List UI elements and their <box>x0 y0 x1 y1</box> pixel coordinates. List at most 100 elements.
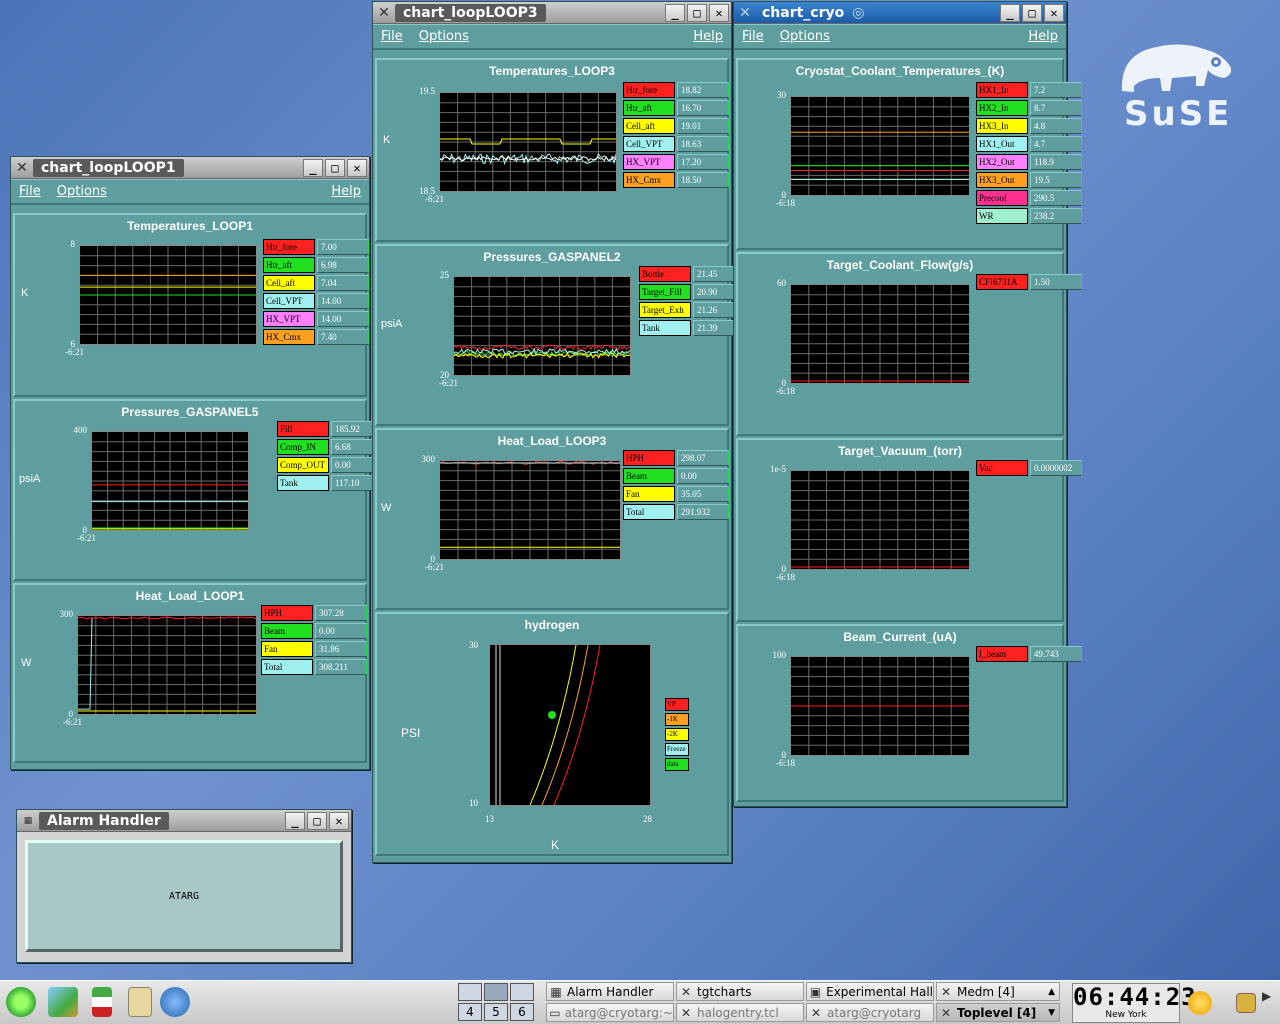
scroll-up-icon[interactable]: ▲ <box>1048 987 1055 997</box>
menu-file[interactable]: File <box>19 184 41 199</box>
task-terminal[interactable]: ▭ atarg@cryotarg:~ <box>546 1003 674 1022</box>
clock[interactable]: 06:44:23 New York <box>1072 983 1196 1023</box>
legend-name[interactable]: HX3_Out <box>976 172 1028 188</box>
workspace-6[interactable]: 6 <box>510 1003 534 1021</box>
title-bar[interactable]: ✕ chart_cryo ◎ _ □ ✕ <box>734 2 1066 24</box>
legend-name[interactable]: Freeze <box>665 743 689 756</box>
workspace-1[interactable] <box>458 983 482 1001</box>
start-menu-icon[interactable] <box>6 987 36 1017</box>
title-bar[interactable]: ✕ chart_loopLOOP3 _ □ ✕ <box>373 2 731 24</box>
minimize-button[interactable]: _ <box>303 158 323 177</box>
sun-status-icon[interactable] <box>1188 991 1212 1015</box>
legend-name[interactable]: HPH <box>261 605 313 621</box>
menu-options[interactable]: Options <box>780 29 830 44</box>
legend-name[interactable]: HX1_Out <box>976 136 1028 152</box>
legend-name[interactable]: Bottle <box>639 266 691 282</box>
chart-plot[interactable] <box>453 276 631 376</box>
menu-options[interactable]: Options <box>419 29 469 44</box>
close-button[interactable]: ✕ <box>1044 3 1064 22</box>
legend-name[interactable]: HX3_In <box>976 118 1028 134</box>
legend-name[interactable]: Target_Exh <box>639 302 691 318</box>
x-window-icon[interactable]: ✕ <box>734 5 756 21</box>
chart-plot[interactable] <box>439 92 617 192</box>
title-bar[interactable]: ▦ Alarm Handler _ □ ✕ <box>17 810 351 832</box>
legend-name[interactable]: Htr_aft <box>623 100 675 116</box>
workspace-3[interactable] <box>510 983 534 1001</box>
menu-file[interactable]: File <box>381 29 403 44</box>
clipboard-icon[interactable] <box>128 987 152 1017</box>
legend-name[interactable]: HX2_In <box>976 100 1028 116</box>
legend-name[interactable]: HX_VPT <box>623 154 675 170</box>
minimize-button[interactable]: _ <box>665 3 685 22</box>
legend-name[interactable]: VP <box>665 698 689 711</box>
legend-name[interactable]: Cell_VPT <box>263 293 315 309</box>
legend-name[interactable]: Cell_aft <box>263 275 315 291</box>
maximize-button[interactable]: □ <box>307 811 327 830</box>
chart-plot[interactable] <box>790 656 970 756</box>
alarm-group-button[interactable]: ATARG <box>25 840 343 952</box>
chart-plot[interactable] <box>489 644 651 806</box>
desktop-image-icon[interactable] <box>48 987 78 1017</box>
close-button[interactable]: ✕ <box>347 158 367 177</box>
menu-help[interactable]: Help <box>1028 29 1058 44</box>
menu-file[interactable]: File <box>742 29 764 44</box>
legend-name[interactable]: Total <box>623 504 675 520</box>
legend-name[interactable]: HPH <box>623 450 675 466</box>
legend-name[interactable]: Cell_VPT <box>623 136 675 152</box>
minimize-button[interactable]: _ <box>285 811 305 830</box>
legend-name[interactable]: Fan <box>623 486 675 502</box>
legend-name[interactable]: Comp_OUT <box>277 457 329 473</box>
close-button[interactable]: ✕ <box>709 3 729 22</box>
task-halogentry[interactable]: ✕ halogentry.tcl <box>676 1003 804 1022</box>
legend-name[interactable]: Target_Fill <box>639 284 691 300</box>
legend-name[interactable]: HX_VPT <box>263 311 315 327</box>
menu-options[interactable]: Options <box>57 184 107 199</box>
chart-plot[interactable] <box>91 431 249 531</box>
alarm-app-icon[interactable]: ▦ <box>17 816 39 826</box>
x-window-icon[interactable]: ✕ <box>373 5 395 21</box>
menu-help[interactable]: Help <box>693 29 723 44</box>
legend-name[interactable]: Beam <box>623 468 675 484</box>
legend-name[interactable]: Fan <box>261 641 313 657</box>
legend-name[interactable]: Total <box>261 659 313 675</box>
legend-name[interactable]: Htr_aft <box>263 257 315 273</box>
legend-name[interactable]: HX_Cmx <box>263 329 315 345</box>
legend-name[interactable]: HX_Cmx <box>623 172 675 188</box>
legend-name[interactable]: Precool <box>976 190 1028 206</box>
legend-name[interactable]: Tank <box>639 320 691 336</box>
legend-name[interactable]: Htr_fore <box>263 239 315 255</box>
legend-name[interactable]: Beam <box>261 623 313 639</box>
legend-name[interactable]: Htr_fore <box>623 82 675 98</box>
task-terminal-2[interactable]: ✕ atarg@cryotarg <box>806 1003 934 1022</box>
web-browser-icon[interactable] <box>160 987 190 1017</box>
task-toplevel[interactable]: ✕ Toplevel [4] ▼ <box>936 1003 1060 1022</box>
chart-plot[interactable] <box>790 470 970 570</box>
task-medm[interactable]: ✕ Medm [4] ▲ <box>936 982 1060 1001</box>
title-bar[interactable]: ✕ chart_loopLOOP1 _ □ ✕ <box>11 157 369 179</box>
legend-name[interactable]: CFI6731A <box>976 274 1028 290</box>
scroll-down-icon[interactable]: ▼ <box>1048 1008 1055 1018</box>
chart-plot[interactable] <box>439 460 621 560</box>
legend-name[interactable]: Vac <box>976 460 1028 476</box>
close-button[interactable]: ✕ <box>329 811 349 830</box>
legend-name[interactable]: I_beam <box>976 646 1028 662</box>
lock-icon[interactable] <box>1236 993 1256 1013</box>
chart-plot[interactable] <box>79 245 257 345</box>
task-alarm-handler[interactable]: ▦ Alarm Handler <box>546 982 674 1001</box>
legend-name[interactable]: Cell_aft <box>623 118 675 134</box>
legend-name[interactable]: Tank <box>277 475 329 491</box>
workspace-4[interactable]: 4 <box>458 1003 482 1021</box>
task-tgtcharts[interactable]: ✕ tgtcharts <box>676 982 804 1001</box>
legend-name[interactable]: data <box>665 758 689 771</box>
taskbar-handle[interactable]: ▶ <box>1262 989 1276 1017</box>
legend-name[interactable]: WR <box>976 208 1028 224</box>
chart-plot[interactable] <box>77 615 257 715</box>
maximize-button[interactable]: □ <box>1022 3 1042 22</box>
legend-name[interactable]: -2K <box>665 728 689 741</box>
legend-name[interactable]: HX1_In <box>976 82 1028 98</box>
legend-name[interactable]: -1K <box>665 713 689 726</box>
workspace-2[interactable] <box>484 983 508 1001</box>
maximize-button[interactable]: □ <box>687 3 707 22</box>
x-window-icon[interactable]: ✕ <box>11 160 33 176</box>
legend-name[interactable]: Fill <box>277 421 329 437</box>
